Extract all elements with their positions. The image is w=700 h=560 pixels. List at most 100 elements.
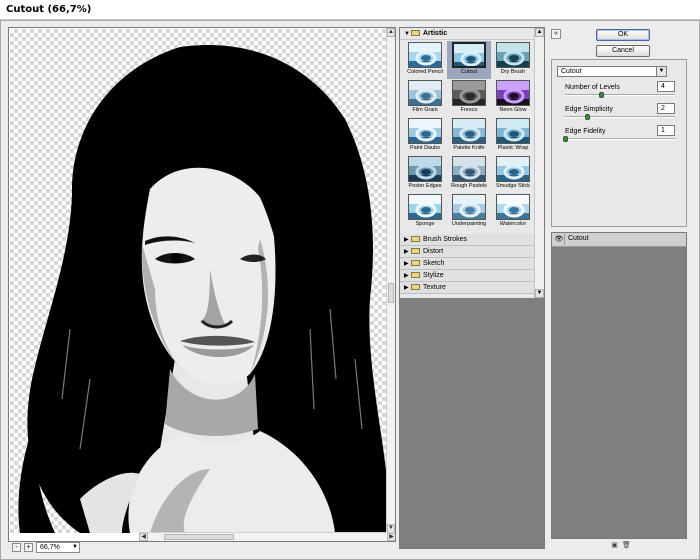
filter-preview-image — [408, 118, 442, 144]
param-value-input[interactable]: 4 — [657, 81, 675, 92]
param-slider-track[interactable] — [565, 138, 675, 140]
effect-layer-row[interactable]: 👁 Cutout — [552, 233, 686, 247]
param-number-of-levels: Number of Levels 4 — [565, 81, 675, 104]
window-title: Cutout (66,7%) — [6, 4, 92, 15]
zoom-out-button[interactable]: - — [12, 543, 21, 552]
filter-thumb-label: Film Grain — [412, 107, 438, 113]
param-slider-knob[interactable] — [599, 92, 605, 98]
left-iris — [171, 253, 181, 263]
filter-preview-image — [496, 42, 530, 68]
category-label: Artistic — [423, 30, 448, 37]
scroll-right-button[interactable]: ▶ — [387, 533, 395, 541]
filter-thumb-paint-daubs[interactable]: Paint Daubs — [403, 117, 447, 155]
filter-preview-image — [408, 80, 442, 106]
category-artistic[interactable]: ▼ Artistic — [400, 28, 536, 40]
scroll-up-button[interactable]: ▲ — [387, 28, 395, 37]
scroll-up-button[interactable]: ▲ — [535, 28, 544, 37]
filter-thumb-label: Palette Knife — [453, 145, 485, 151]
filter-thumb-poster-edges[interactable]: Poster Edges — [403, 155, 447, 193]
chevron-down-icon: ▼ — [72, 544, 78, 550]
param-edge-simplicity: Edge Simplicity 2 — [565, 103, 675, 126]
filter-thumb-dry-brush[interactable]: Dry Brush — [491, 41, 535, 79]
filter-thumb-rough-pastels[interactable]: Rough Pastels — [447, 155, 491, 193]
chevron-down-icon: ▼ — [656, 67, 666, 76]
hscroll-thumb[interactable] — [164, 534, 234, 540]
filter-thumb-underpainting[interactable]: Underpainting — [447, 193, 491, 231]
eye-icon[interactable]: 👁 — [554, 234, 565, 245]
filter-select-value: Cutout — [561, 68, 582, 75]
param-slider-knob[interactable] — [563, 136, 568, 142]
category-stylize[interactable]: ▶ Stylize — [400, 270, 536, 282]
zoom-bar: - + 66,7% ▼ — [8, 542, 138, 554]
preview-horizontal-scrollbar[interactable]: ◀ ▶ — [139, 532, 395, 541]
filter-thumb-neon-glow[interactable]: Neon Glow — [491, 79, 535, 117]
triangle-right-icon: ▶ — [404, 237, 409, 243]
preview-canvas[interactable] — [10, 29, 387, 533]
category-label: Stylize — [423, 272, 444, 279]
preview-vertical-scrollbar[interactable]: ▲ ▼ — [386, 28, 395, 533]
filter-gallery-list: ▼ Artistic Colored Pencil Cutout Dry Brush F… — [400, 28, 536, 298]
filter-thumb-watercolor[interactable]: Watercolor — [491, 193, 535, 231]
filter-preview-image — [496, 194, 530, 220]
param-value-input[interactable]: 1 — [657, 125, 675, 136]
param-slider-track[interactable] — [565, 94, 675, 96]
filter-thumb-palette-knife[interactable]: Palette Knife — [447, 117, 491, 155]
param-slider-track[interactable] — [565, 116, 675, 118]
folder-icon — [411, 272, 420, 278]
layer-tools: ▣ 🗑 — [610, 541, 640, 551]
effect-layer-name: Cutout — [568, 235, 589, 242]
title-bar: Cutout (66,7%) — [0, 0, 700, 20]
folder-icon — [411, 284, 420, 290]
filter-thumb-smudge-stick[interactable]: Smudge Stick — [491, 155, 535, 193]
filter-thumb-colored-pencil[interactable]: Colored Pencil — [403, 41, 447, 79]
triangle-right-icon: ▶ — [404, 249, 409, 255]
preview-panel: ▲ ▼ ◀ ▶ — [8, 27, 396, 542]
category-sketch[interactable]: ▶ Sketch — [400, 258, 536, 270]
new-effect-layer-icon[interactable]: ▣ — [610, 541, 619, 550]
category-label: Texture — [423, 284, 446, 291]
delete-effect-layer-icon[interactable]: 🗑 — [622, 541, 631, 550]
cancel-button[interactable]: Cancel — [596, 45, 650, 57]
scroll-down-button[interactable]: ▼ — [535, 289, 544, 298]
filter-preview-image — [408, 42, 442, 68]
category-label: Distort — [423, 248, 444, 255]
scroll-left-button[interactable]: ◀ — [139, 533, 148, 541]
triangle-right-icon: ▶ — [404, 261, 409, 267]
category-brush-strokes[interactable]: ▶ Brush Strokes — [400, 234, 536, 246]
filter-thumb-sponge[interactable]: Sponge — [403, 193, 447, 231]
effect-layers-panel: 👁 Cutout — [551, 232, 687, 539]
category-list: ▶ Brush Strokes ▶ Distort ▶ Sketch ▶ Stylize ▶ Te… — [400, 234, 536, 294]
triangle-right-icon: ▶ — [404, 273, 409, 279]
filter-thumb-label: Fresco — [460, 107, 478, 113]
preview-image — [18, 44, 387, 533]
filter-thumb-plastic-wrap[interactable]: Plastic Wrap — [491, 117, 535, 155]
filter-thumb-label: Paint Daubs — [410, 145, 440, 151]
filter-thumb-fresco[interactable]: Fresco — [447, 79, 491, 117]
filter-preview-image — [496, 118, 530, 144]
filter-thumb-label: Dry Brush — [500, 69, 526, 75]
filter-thumb-cutout[interactable]: Cutout — [447, 41, 491, 79]
gallery-scrollbar[interactable]: ▲ ▼ — [534, 28, 544, 298]
category-texture[interactable]: ▶ Texture — [400, 282, 536, 294]
filter-thumb-label: Neon Glow — [499, 107, 527, 113]
filter-thumb-label: Rough Pastels — [451, 183, 487, 189]
param-value-input[interactable]: 2 — [657, 103, 675, 114]
category-distort[interactable]: ▶ Distort — [400, 246, 536, 258]
filter-preview-image — [452, 80, 486, 106]
triangle-down-icon: ▼ — [404, 31, 410, 37]
category-label: Sketch — [423, 260, 445, 267]
filter-thumb-label: Smudge Stick — [496, 183, 530, 189]
param-slider-knob[interactable] — [585, 114, 590, 120]
filter-thumb-label: Cutout — [460, 69, 478, 75]
filter-thumbnails: Colored Pencil Cutout Dry Brush Film Grain F… — [400, 40, 536, 234]
ok-button[interactable]: OK — [596, 29, 650, 41]
zoom-in-button[interactable]: + — [24, 543, 33, 552]
zoom-select[interactable]: 66,7% ▼ — [36, 542, 80, 553]
collapse-gallery-button[interactable]: « — [551, 29, 561, 39]
filter-thumb-label: Poster Edges — [408, 183, 442, 189]
folder-icon — [411, 236, 420, 242]
filter-preview-image — [452, 118, 486, 144]
filter-thumb-film-grain[interactable]: Film Grain — [403, 79, 447, 117]
filter-select[interactable]: Cutout ▼ — [557, 66, 667, 77]
scroll-thumb[interactable] — [388, 283, 394, 303]
